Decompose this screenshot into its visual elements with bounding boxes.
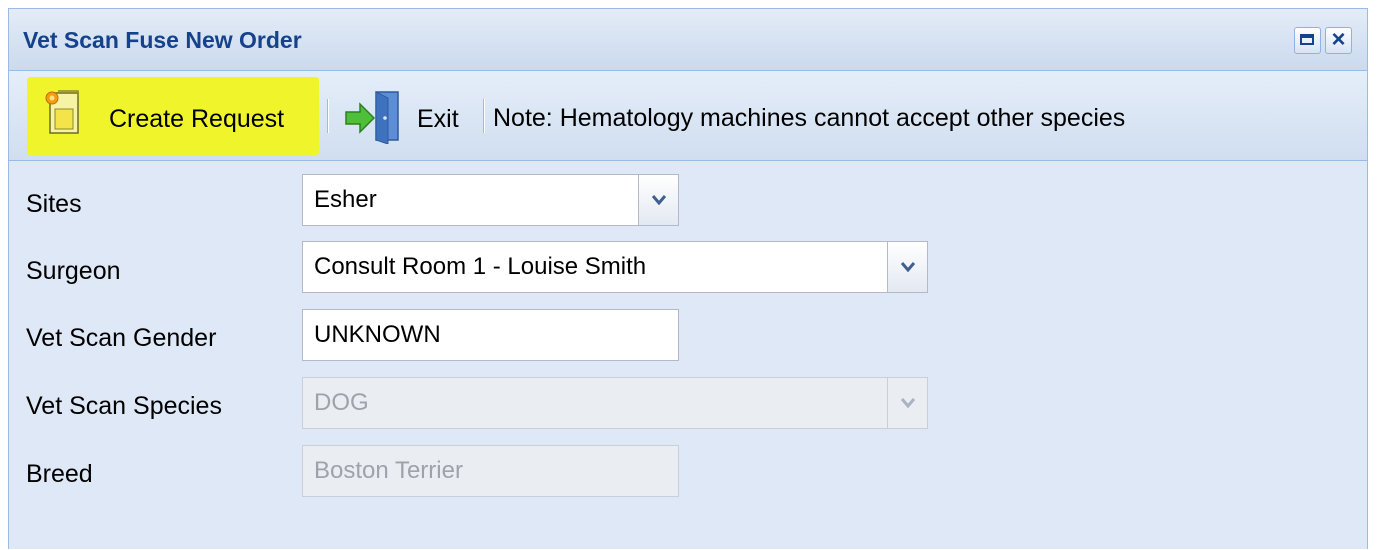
sites-combobox[interactable]: Esher: [302, 174, 679, 226]
species-value: DOG: [314, 389, 369, 416]
species-label: Vet Scan Species: [26, 392, 222, 420]
toolbar: Create Request Exit Note: Hematology mac…: [9, 71, 1367, 161]
toolbar-separator: [327, 99, 329, 133]
exit-button[interactable]: Exit: [339, 85, 474, 147]
exit-label: Exit: [417, 105, 459, 133]
surgeon-value: Consult Room 1 - Louise Smith: [314, 253, 647, 280]
order-form: Sites Esher Surgeon Consult Room 1 - Lou…: [9, 161, 1367, 550]
window-title: Vet Scan Fuse New Order: [23, 27, 302, 53]
surgeon-label: Surgeon: [26, 257, 121, 285]
maximize-button[interactable]: [1294, 27, 1321, 54]
maximize-icon: [1300, 34, 1314, 45]
species-combobox: DOG: [302, 377, 928, 429]
chevron-down-icon: [901, 262, 915, 272]
species-dropdown-trigger: [887, 378, 927, 428]
breed-value: Boston Terrier: [314, 457, 463, 484]
surgeon-dropdown-trigger[interactable]: [887, 242, 927, 292]
breed-input: Boston Terrier: [302, 445, 679, 497]
toolbar-separator: [483, 99, 485, 133]
window-titlebar: Vet Scan Fuse New Order ×: [9, 9, 1367, 71]
sites-value: Esher: [314, 186, 377, 213]
chevron-down-icon: [901, 398, 915, 408]
chevron-down-icon: [652, 195, 666, 205]
new-document-icon: [45, 90, 79, 134]
exit-door-icon: [345, 91, 399, 144]
gender-input[interactable]: UNKNOWN: [302, 309, 679, 361]
gender-label: Vet Scan Gender: [26, 324, 217, 352]
close-icon: ×: [1331, 26, 1346, 53]
breed-label: Breed: [26, 460, 93, 488]
gender-value: UNKNOWN: [314, 321, 441, 348]
vet-scan-order-window: Vet Scan Fuse New Order × Create Request: [8, 8, 1368, 549]
hematology-note: Note: Hematology machines cannot accept …: [493, 104, 1126, 132]
create-request-label: Create Request: [109, 105, 285, 133]
sites-dropdown-trigger[interactable]: [638, 175, 678, 225]
sites-label: Sites: [26, 190, 82, 218]
create-request-button[interactable]: Create Request: [27, 77, 319, 155]
surgeon-combobox[interactable]: Consult Room 1 - Louise Smith: [302, 241, 928, 293]
close-button[interactable]: ×: [1325, 26, 1352, 54]
